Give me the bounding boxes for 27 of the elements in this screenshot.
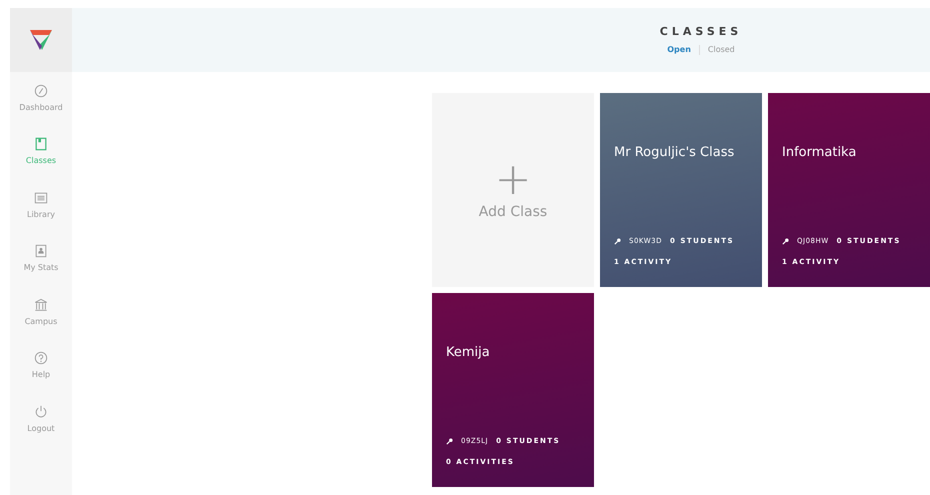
plus-icon: + [494, 158, 532, 202]
key-icon [614, 238, 621, 245]
sidebar-item[interactable]: Classes [10, 126, 72, 179]
sidebar-item[interactable]: Logout [10, 393, 72, 446]
sidebar-item[interactable]: Dashboard [10, 72, 72, 126]
sidebar-item[interactable]: My Stats [10, 232, 72, 286]
power-icon [34, 404, 48, 419]
filter-tab[interactable]: Closed [700, 44, 743, 56]
sidebar-item[interactable]: Campus [10, 286, 72, 340]
sidebar-item[interactable]: Help [10, 340, 72, 393]
person-card-icon [34, 244, 48, 258]
building-icon [34, 298, 48, 312]
class-name: Mr Roguljic's Class [614, 144, 736, 162]
list-icon [34, 190, 48, 205]
page-title: CLASSES [660, 24, 742, 40]
key-icon [782, 238, 789, 245]
class-name: Informatika [782, 144, 858, 162]
help-icon [34, 351, 48, 366]
add-class-label: Add Class [478, 202, 548, 222]
filter-tab[interactable]: Open [659, 44, 699, 56]
logo-icon[interactable] [29, 29, 53, 51]
gauge-icon [34, 84, 48, 98]
sidebar-item[interactable]: Library [10, 179, 72, 232]
class-name: Kemija [446, 344, 491, 362]
add-class-card[interactable]: + Add Class [432, 93, 594, 287]
key-icon [446, 438, 453, 445]
book-icon [34, 137, 48, 152]
